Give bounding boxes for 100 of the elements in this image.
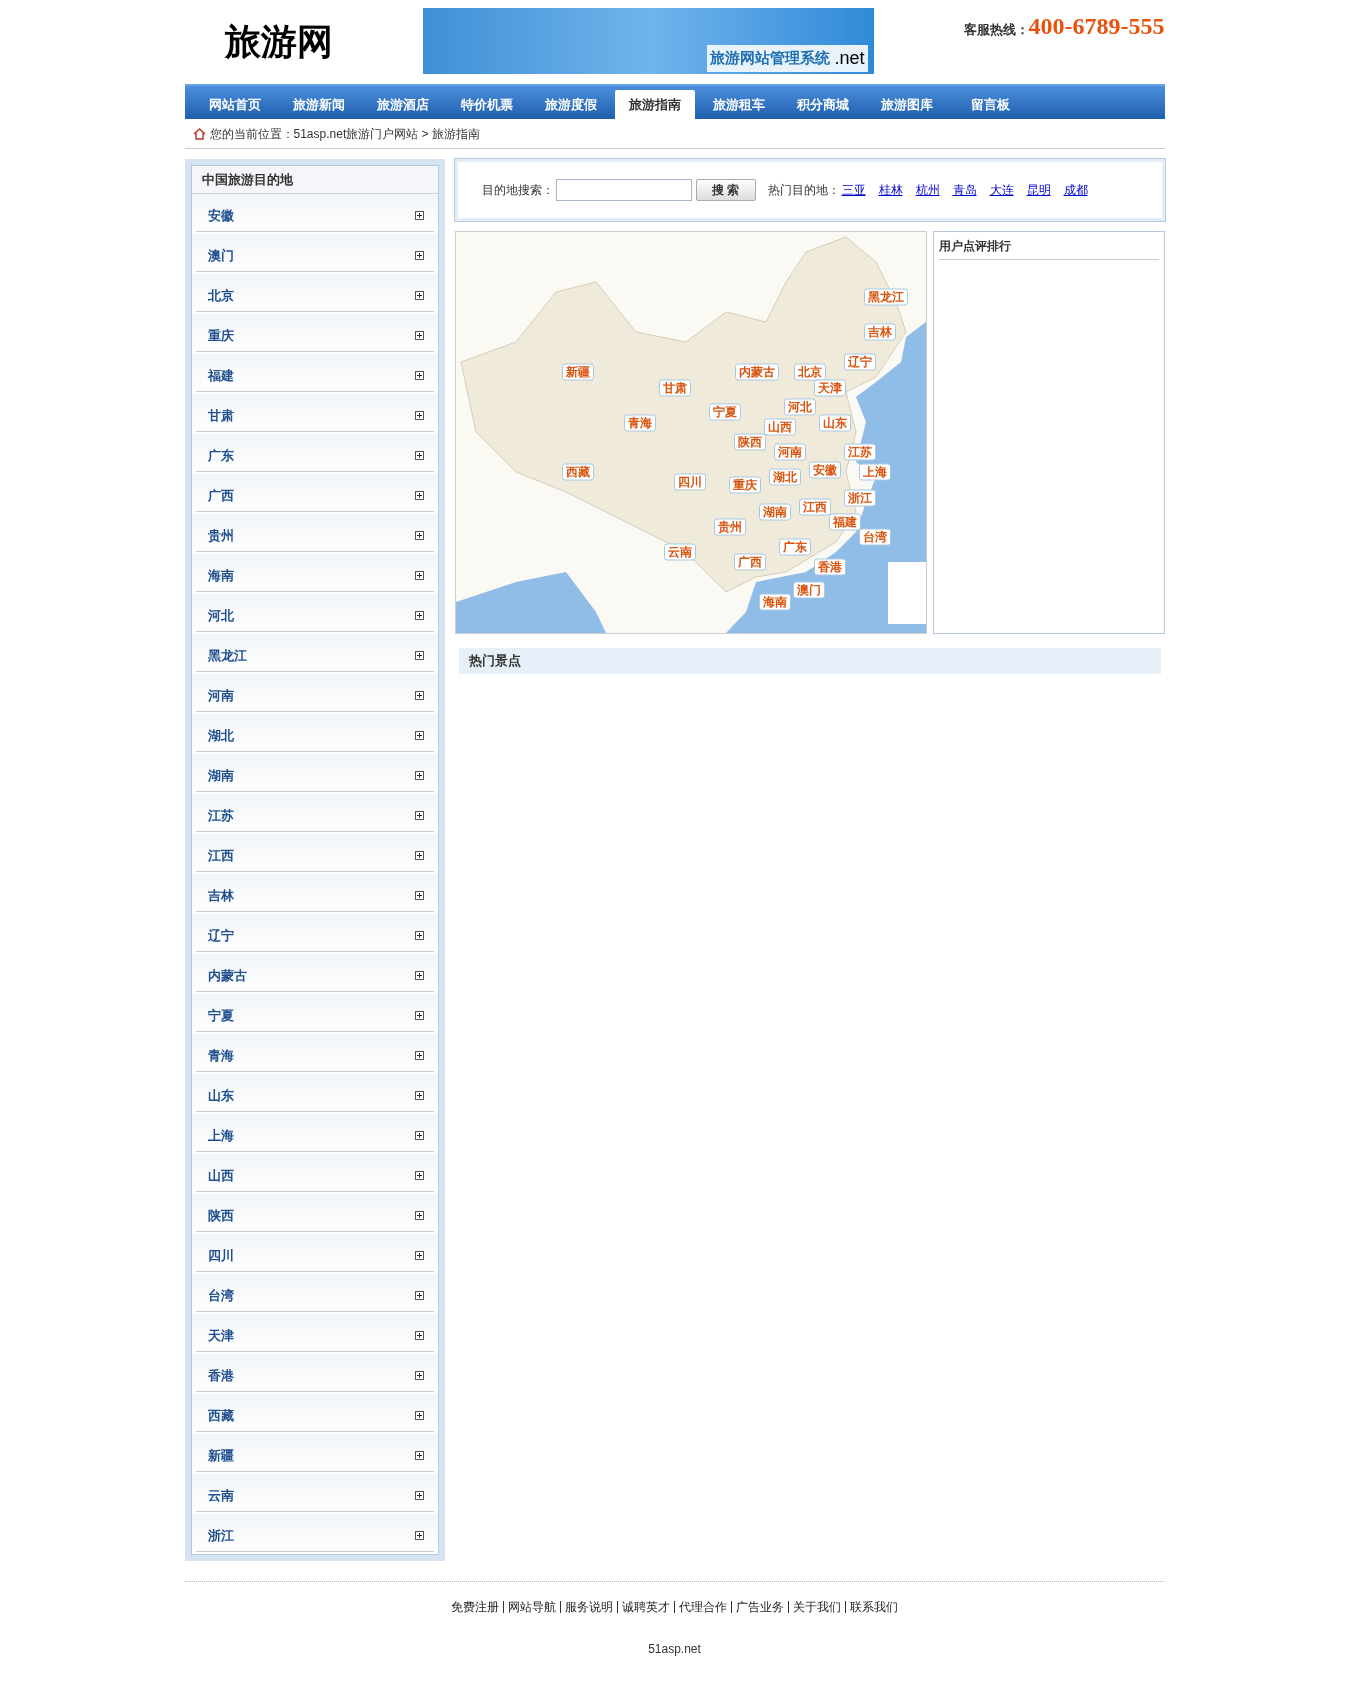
map-province-label[interactable]: 广东 xyxy=(778,538,811,556)
expand-icon[interactable] xyxy=(414,971,424,980)
destination-link[interactable]: 山西 xyxy=(207,1165,234,1186)
expand-icon[interactable] xyxy=(414,1251,424,1260)
expand-icon[interactable] xyxy=(414,451,424,460)
destination-link[interactable]: 天津 xyxy=(207,1325,234,1346)
nav-tab[interactable]: 旅游度假 xyxy=(530,90,611,119)
search-button[interactable]: 搜 索 xyxy=(695,179,756,201)
destination-link[interactable]: 澳门 xyxy=(207,245,234,266)
expand-icon[interactable] xyxy=(414,1451,424,1460)
expand-icon[interactable] xyxy=(414,331,424,340)
map-province-label[interactable]: 青海 xyxy=(623,414,656,432)
expand-icon[interactable] xyxy=(414,851,424,860)
destination-link[interactable]: 宁夏 xyxy=(207,1005,234,1026)
footer-link[interactable]: 联系我们 xyxy=(850,1598,898,1616)
expand-icon[interactable] xyxy=(414,1411,424,1420)
destination-link[interactable]: 三亚 xyxy=(841,181,866,199)
map-province-label[interactable]: 湖南 xyxy=(758,503,791,521)
nav-tab[interactable]: 积分商城 xyxy=(782,90,863,119)
map-province-label[interactable]: 吉林 xyxy=(863,323,896,341)
destination-link[interactable]: 云南 xyxy=(207,1485,234,1506)
expand-icon[interactable] xyxy=(414,691,424,700)
destination-link[interactable]: 桂林 xyxy=(878,181,903,199)
footer-link[interactable]: 关于我们 xyxy=(793,1598,841,1616)
map-province-label[interactable]: 江西 xyxy=(798,498,831,516)
expand-icon[interactable] xyxy=(414,531,424,540)
map-province-label[interactable]: 四川 xyxy=(673,473,706,491)
map-province-label[interactable]: 湖北 xyxy=(768,468,801,486)
nav-tab[interactable]: 旅游酒店 xyxy=(362,90,443,119)
destination-link[interactable]: 上海 xyxy=(207,1125,234,1146)
nav-tab[interactable]: 留言板 xyxy=(950,90,1031,119)
map-province-label[interactable]: 内蒙古 xyxy=(734,363,779,381)
map-province-label[interactable]: 北京 xyxy=(793,363,826,381)
expand-icon[interactable] xyxy=(414,1171,424,1180)
search-field[interactable] xyxy=(555,179,692,201)
expand-icon[interactable] xyxy=(414,1051,424,1060)
destination-link[interactable]: 香港 xyxy=(207,1365,234,1386)
map-province-label[interactable]: 澳门 xyxy=(792,581,825,599)
expand-icon[interactable] xyxy=(414,571,424,580)
nav-tab[interactable]: 旅游指南 xyxy=(614,90,695,119)
map-province-label[interactable]: 山西 xyxy=(763,418,796,436)
map-province-label[interactable]: 贵州 xyxy=(713,518,746,536)
footer-link[interactable]: 代理合作 xyxy=(679,1598,727,1616)
destination-link[interactable]: 江西 xyxy=(207,845,234,866)
nav-tab[interactable]: 特价机票 xyxy=(446,90,527,119)
destination-link[interactable]: 贵州 xyxy=(207,525,234,546)
destination-link[interactable]: 甘肃 xyxy=(207,405,234,426)
expand-icon[interactable] xyxy=(414,1491,424,1500)
destination-link[interactable]: 内蒙古 xyxy=(207,965,247,986)
nav-tab[interactable]: 网站首页 xyxy=(194,90,275,119)
expand-icon[interactable] xyxy=(414,1531,424,1540)
expand-icon[interactable] xyxy=(414,211,424,220)
map-province-label[interactable]: 河北 xyxy=(783,398,816,416)
map-province-label[interactable]: 浙江 xyxy=(843,489,876,507)
footer-link[interactable]: 免费注册 xyxy=(451,1598,499,1616)
destination-link[interactable]: 江苏 xyxy=(207,805,234,826)
map-province-label[interactable]: 广西 xyxy=(733,553,766,571)
destination-link[interactable]: 新疆 xyxy=(207,1445,234,1466)
site-logo[interactable]: 旅游网 xyxy=(184,0,423,64)
destination-link[interactable]: 辽宁 xyxy=(207,925,234,946)
destination-link[interactable]: 浙江 xyxy=(207,1525,234,1546)
map-province-label[interactable]: 西藏 xyxy=(561,463,594,481)
expand-icon[interactable] xyxy=(414,491,424,500)
map-province-label[interactable]: 新疆 xyxy=(561,363,594,381)
map-province-label[interactable]: 山东 xyxy=(818,414,851,432)
nav-tab[interactable]: 旅游租车 xyxy=(698,90,779,119)
destination-link[interactable]: 黑龙江 xyxy=(207,645,247,666)
map-province-label[interactable]: 辽宁 xyxy=(843,353,876,371)
map-province-label[interactable]: 云南 xyxy=(663,543,696,561)
expand-icon[interactable] xyxy=(414,731,424,740)
destination-link[interactable]: 安徽 xyxy=(207,205,234,226)
expand-icon[interactable] xyxy=(414,1091,424,1100)
footer-link[interactable]: 服务说明 xyxy=(565,1598,613,1616)
destination-link[interactable]: 重庆 xyxy=(207,325,234,346)
map-province-label[interactable]: 江苏 xyxy=(843,443,876,461)
destination-link[interactable]: 四川 xyxy=(207,1245,234,1266)
destination-link[interactable]: 河北 xyxy=(207,605,234,626)
destination-link[interactable]: 成都 xyxy=(1063,181,1088,199)
destination-link[interactable]: 山东 xyxy=(207,1085,234,1106)
destination-link[interactable]: 大连 xyxy=(989,181,1014,199)
map-province-label[interactable]: 河南 xyxy=(773,443,806,461)
destination-link[interactable]: 广西 xyxy=(207,485,234,506)
expand-icon[interactable] xyxy=(414,411,424,420)
expand-icon[interactable] xyxy=(414,891,424,900)
expand-icon[interactable] xyxy=(414,1331,424,1340)
destination-link[interactable]: 青岛 xyxy=(952,181,977,199)
expand-icon[interactable] xyxy=(414,811,424,820)
expand-icon[interactable] xyxy=(414,651,424,660)
expand-icon[interactable] xyxy=(414,611,424,620)
destination-link[interactable]: 青海 xyxy=(207,1045,234,1066)
expand-icon[interactable] xyxy=(414,371,424,380)
footer-link[interactable]: 广告业务 xyxy=(736,1598,784,1616)
expand-icon[interactable] xyxy=(414,1291,424,1300)
nav-tab[interactable]: 旅游图库 xyxy=(866,90,947,119)
destination-link[interactable]: 河南 xyxy=(207,685,234,706)
expand-icon[interactable] xyxy=(414,291,424,300)
footer-link[interactable]: 网站导航 xyxy=(508,1598,556,1616)
footer-link[interactable]: 诚聘英才 xyxy=(622,1598,670,1616)
map-province-label[interactable]: 甘肃 xyxy=(658,379,691,397)
map-province-label[interactable]: 海南 xyxy=(758,593,791,611)
